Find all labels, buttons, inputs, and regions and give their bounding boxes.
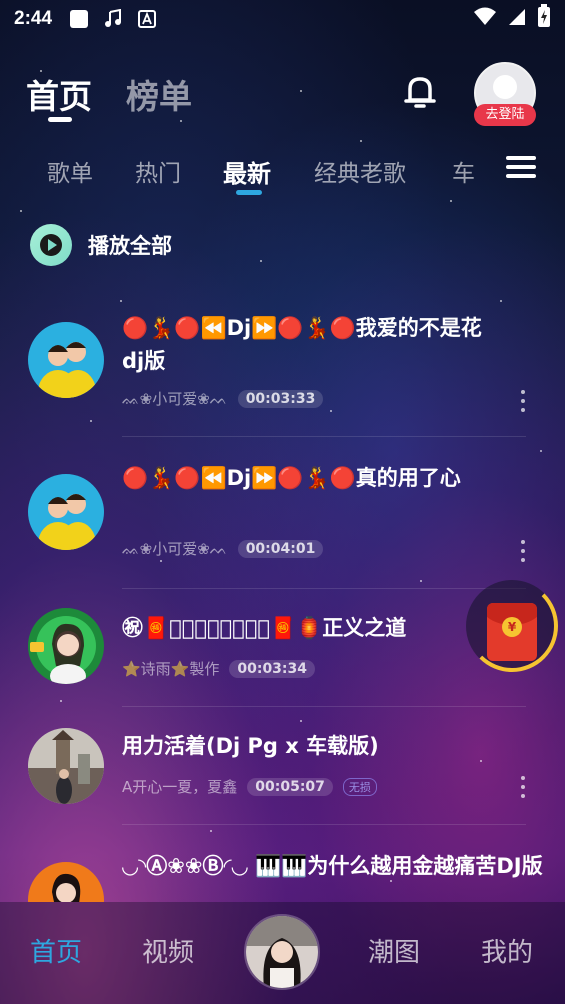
song-item[interactable]: 🔴💃🔴⏪Dj⏩🔴💃🔴我爱的不是花dj版 ᨐ❀小可爱❀ᨓ 00:03:33: [0, 310, 565, 440]
song-duration: 00:05:07: [247, 777, 333, 796]
nav-video[interactable]: 视频: [142, 932, 194, 969]
notification-square-icon: [68, 8, 90, 30]
play-all-button[interactable]: 播放全部: [30, 224, 172, 266]
lossless-badge: 无损: [342, 777, 377, 796]
nav-mine[interactable]: 我的: [481, 932, 533, 969]
song-duration: 00:03:33: [237, 389, 324, 408]
song-meta: ᨐ❀小可爱❀ᨓ 00:03:33: [122, 388, 324, 409]
now-playing-disc[interactable]: [244, 914, 320, 990]
battery-charging-icon: [537, 4, 551, 34]
bell-icon[interactable]: [402, 72, 438, 112]
song-item[interactable]: 🔴💃🔴⏪Dj⏩🔴💃🔴真的用了心 ᨐ❀小可爱❀ᨓ 00:04:01: [0, 460, 565, 590]
song-artist: ⭐诗雨⭐製作: [122, 660, 220, 678]
song-cover: [28, 322, 104, 398]
wifi-icon: [473, 6, 497, 32]
song-cover: [28, 474, 104, 550]
list-divider: [122, 588, 526, 589]
status-bar: 2:44: [0, 0, 565, 38]
play-icon: [30, 224, 72, 266]
nav-trend-images[interactable]: 潮图: [368, 932, 420, 969]
tab-home[interactable]: 首页: [26, 70, 92, 118]
song-title: 用力活着(Dj Pg x 车载版): [122, 734, 379, 758]
list-divider: [122, 706, 526, 707]
tab-home-indicator: [48, 117, 72, 122]
category-tabs: 歌单 热门 最新 经典老歌 车: [0, 150, 565, 200]
song-title: 🔴💃🔴⏪Dj⏩🔴💃🔴我爱的不是花dj版: [122, 316, 482, 373]
song-title: ◡◝Ⓐ❀❀Ⓑ◜◡ 🎹🎹为什么越用金越痛苦DJ版: [122, 854, 543, 878]
bottom-navigation: 首页 视频 潮图 我的: [0, 902, 565, 1004]
signal-icon: [507, 6, 527, 32]
song-meta: ⭐诗雨⭐製作 00:03:34: [122, 658, 316, 679]
category-hot[interactable]: 热门: [135, 154, 181, 188]
list-divider: [122, 824, 526, 825]
song-cover: [28, 728, 104, 804]
music-note-icon: [102, 8, 124, 30]
status-time: 2:44: [14, 8, 53, 29]
nav-home[interactable]: 首页: [30, 932, 82, 969]
song-item[interactable]: 用力活着(Dj Pg x 车载版) A开心一夏，夏鑫 00:05:07 无损: [0, 724, 565, 824]
more-options-icon[interactable]: [518, 776, 528, 798]
song-title: 🔴💃🔴⏪Dj⏩🔴💃🔴真的用了心: [122, 466, 461, 490]
song-duration: 00:04:01: [237, 539, 324, 558]
category-car[interactable]: 车: [452, 154, 475, 188]
more-options-icon[interactable]: [518, 540, 528, 562]
song-cover: [28, 862, 104, 902]
song-artist: ᨐ❀小可爱❀ᨓ: [122, 390, 228, 408]
song-title: ㊗🧧马ᷓ年ᷓ大ᷓ吉ᷓ🧧🏮正义之道: [122, 616, 407, 640]
login-badge[interactable]: 去登陆: [474, 104, 536, 126]
top-header: 首页 榜单 去登陆: [0, 62, 565, 132]
song-artist: A开心一夏，夏鑫: [122, 778, 238, 796]
category-classics[interactable]: 经典老歌: [314, 154, 406, 188]
song-meta: A开心一夏，夏鑫 00:05:07 无损: [122, 776, 377, 797]
category-newest[interactable]: 最新: [223, 154, 271, 189]
song-artist: ᨐ❀小可爱❀ᨓ: [122, 540, 228, 558]
red-packet-icon[interactable]: ¥: [487, 603, 537, 661]
app-notification-icon: [136, 8, 158, 30]
song-meta: ᨐ❀小可爱❀ᨓ 00:04:01: [122, 538, 324, 559]
song-item[interactable]: ◡◝Ⓐ❀❀Ⓑ◜◡ 🎹🎹为什么越用金越痛苦DJ版: [0, 846, 565, 902]
more-options-icon[interactable]: [518, 390, 528, 412]
category-playlists[interactable]: 歌单: [47, 154, 93, 188]
menu-icon[interactable]: [506, 156, 536, 180]
play-all-label: 播放全部: [88, 234, 172, 258]
list-divider: [122, 436, 526, 437]
tab-charts[interactable]: 榜单: [126, 70, 192, 118]
song-cover: [28, 608, 104, 684]
category-indicator: [236, 190, 262, 195]
song-duration: 00:03:34: [229, 659, 316, 678]
